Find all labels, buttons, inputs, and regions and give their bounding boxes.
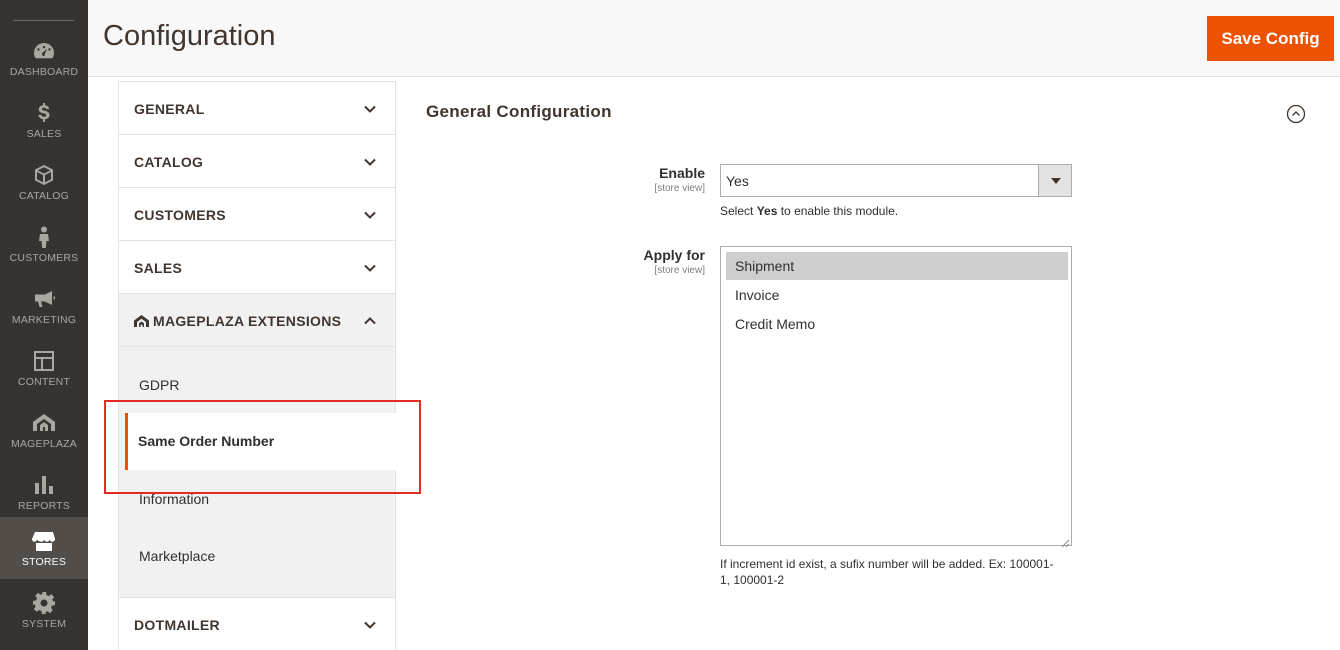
chevron-up-icon <box>363 314 377 328</box>
nav-item-content[interactable]: CONTENT <box>0 337 88 399</box>
nav-label: REPORTS <box>18 500 70 512</box>
section-title: General Configuration <box>426 102 612 121</box>
apply-for-note-line2: 1, 100001-2 <box>720 573 785 587</box>
tab-label: SALES <box>134 260 183 276</box>
tab-mageplaza-extensions[interactable]: MAGEPLAZA EXTENSIONS <box>119 294 395 347</box>
resize-handle-icon[interactable] <box>1061 535 1070 548</box>
submenu-item-same-order-number[interactable]: Same Order Number <box>125 413 396 470</box>
nav-label: CONTENT <box>17 376 71 388</box>
tab-general[interactable]: GENERAL <box>119 82 395 135</box>
chevron-down-icon <box>363 155 377 169</box>
nav-label: CATALOG <box>18 190 70 202</box>
apply-for-label: Apply for <box>643 247 705 263</box>
submenu-item-marketplace[interactable]: Marketplace <box>119 528 395 585</box>
nav-label: SALES <box>26 128 62 140</box>
chevron-down-icon <box>363 102 377 116</box>
nav-item-marketing[interactable]: MARKETING <box>0 275 88 337</box>
nav-item-stores[interactable]: STORES <box>0 517 88 579</box>
enable-note-bold: Yes <box>756 204 778 218</box>
config-tabs: GENERAL CATALOG CUSTOMERS SALES MAGEPLAZ… <box>118 81 396 650</box>
enable-note-prefix: Select <box>720 204 757 218</box>
enable-note-suffix: to enable this module. <box>777 204 899 218</box>
nav-label: SYSTEM <box>21 618 67 630</box>
submenu-label: Same Order Number <box>138 433 275 449</box>
layout-icon <box>31 349 57 373</box>
tab-label: CATALOG <box>134 154 204 170</box>
enable-label: Enable <box>659 165 705 181</box>
apply-for-scope: [store view] <box>654 265 705 276</box>
bar-chart-icon <box>31 473 57 497</box>
megaphone-icon <box>31 287 57 311</box>
person-icon <box>31 225 57 249</box>
option-shipment[interactable]: Shipment <box>726 252 1068 280</box>
tab-label-wrap: MAGEPLAZA EXTENSIONS <box>134 313 341 329</box>
enable-scope: [store view] <box>654 183 705 194</box>
enable-note: Select Yes to enable this module. <box>720 203 898 219</box>
chevron-down-icon <box>363 208 377 222</box>
chevron-up-circle-icon <box>1286 104 1306 124</box>
store-icon <box>31 529 57 553</box>
tab-sales[interactable]: SALES <box>119 241 395 294</box>
page-title: Configuration <box>103 20 276 52</box>
nav-item-dashboard[interactable]: DASHBOARD <box>0 27 88 89</box>
page-header: Configuration Save Config <box>88 0 1340 77</box>
gear-icon <box>31 591 57 615</box>
save-config-button[interactable]: Save Config <box>1207 16 1334 61</box>
option-credit-memo[interactable]: Credit Memo <box>726 310 1068 338</box>
tab-label: GENERAL <box>134 101 205 117</box>
apply-for-note-line1: If increment id exist, a sufix number wi… <box>720 557 1054 571</box>
option-invoice[interactable]: Invoice <box>726 281 1068 309</box>
apply-for-multiselect[interactable]: Shipment Invoice Credit Memo <box>720 246 1072 548</box>
nav-label: CUSTOMERS <box>9 252 79 264</box>
nav-item-catalog[interactable]: CATALOG <box>0 151 88 213</box>
nav-label: DASHBOARD <box>9 66 79 78</box>
nav-label: MARKETING <box>11 314 77 326</box>
tab-label: MAGEPLAZA EXTENSIONS <box>153 313 342 329</box>
nav-label: MAGEPLAZA <box>11 438 77 450</box>
nav-item-reports[interactable]: REPORTS <box>0 461 88 523</box>
dollar-icon <box>31 101 57 125</box>
admin-sidebar: DASHBOARD SALES CATALOG CUSTOMERS MARKET… <box>0 0 88 650</box>
mageplaza-submenu: GDPR Information Marketplace <box>119 347 395 598</box>
box-icon <box>31 163 57 187</box>
nav-divider <box>13 20 74 21</box>
tab-customers[interactable]: CUSTOMERS <box>119 188 395 241</box>
nav-item-mageplaza[interactable]: MAGEPLAZA <box>0 399 88 461</box>
submenu-item-information[interactable]: Information <box>119 471 395 528</box>
tab-dotmailer[interactable]: DOTMAILER <box>119 598 395 650</box>
collapse-section-button[interactable] <box>1286 104 1306 124</box>
tab-label: CUSTOMERS <box>134 207 226 223</box>
chevron-down-icon <box>363 261 377 275</box>
tab-catalog[interactable]: CATALOG <box>119 135 395 188</box>
submenu-item-gdpr[interactable]: GDPR <box>119 357 395 414</box>
submenu-label: Information <box>139 491 210 507</box>
apply-for-note: If increment id exist, a sufix number wi… <box>720 556 1054 588</box>
tab-label: DOTMAILER <box>134 617 220 633</box>
dashboard-icon <box>31 39 57 63</box>
nav-label: STORES <box>21 556 67 568</box>
mageplaza-logo-icon <box>134 314 149 327</box>
mageplaza-icon <box>31 411 57 435</box>
dropdown-arrow-icon <box>1038 165 1071 196</box>
nav-item-system[interactable]: SYSTEM <box>0 579 88 641</box>
submenu-label: Marketplace <box>139 548 216 564</box>
submenu-label: GDPR <box>139 377 180 393</box>
nav-item-sales[interactable]: SALES <box>0 89 88 151</box>
chevron-down-icon <box>363 618 377 632</box>
nav-item-customers[interactable]: CUSTOMERS <box>0 213 88 275</box>
enable-select[interactable]: Yes <box>720 164 1072 197</box>
enable-select-value: Yes <box>726 173 749 189</box>
